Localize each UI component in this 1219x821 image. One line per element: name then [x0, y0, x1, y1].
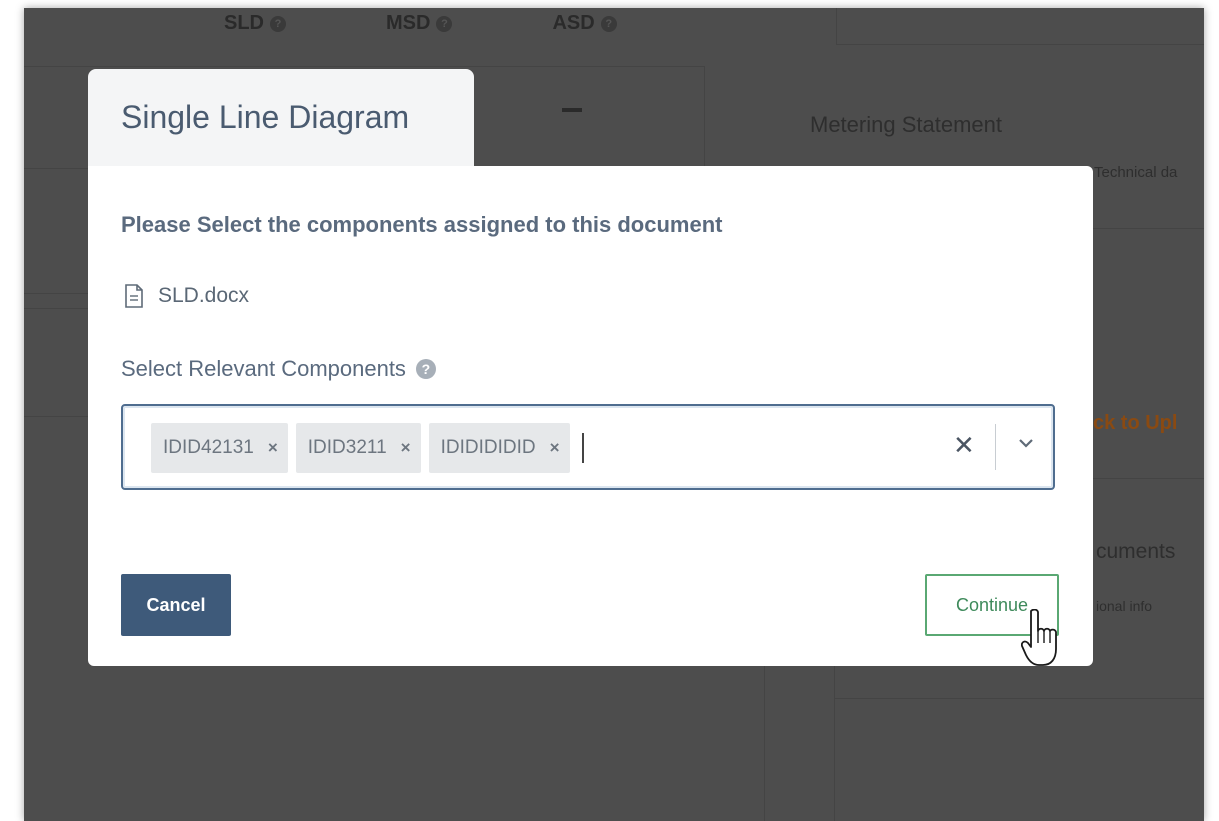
components-field-label: Select Relevant Components ? [121, 356, 436, 382]
clear-all-icon[interactable]: ✕ [953, 430, 975, 461]
cancel-button[interactable]: Cancel [121, 574, 231, 636]
tab-label: ASD [552, 12, 595, 34]
chip-label: IDIDIDIDID [440, 437, 536, 458]
help-icon[interactable]: ? [415, 359, 436, 379]
background-divider [24, 66, 704, 67]
background-divider [1092, 478, 1204, 479]
background-divider [836, 44, 1204, 45]
text-caret [581, 433, 584, 463]
background-divider [764, 658, 765, 821]
hand-pointer-icon [1021, 609, 1057, 666]
attached-file: SLD.docx [124, 284, 249, 308]
component-select-dialog: Please Select the components assigned to… [88, 166, 1093, 666]
background-dash [562, 108, 582, 112]
chip-remove-icon[interactable]: × [550, 438, 560, 458]
background-divider [834, 658, 835, 821]
modal-title: Single Line Diagram [121, 99, 410, 135]
modal-title-tab: Single Line Diagram [88, 69, 474, 179]
background-divider [24, 293, 94, 294]
component-chip: IDIDIDIDID × [428, 423, 570, 473]
tab-asd: ASD ? [552, 12, 617, 35]
app-window: SLD ? MSD ? ASD ? Metering Statement Tec… [24, 8, 1204, 821]
document-icon [125, 284, 143, 308]
select-divider [995, 424, 996, 470]
documents-subtitle: ional info [1096, 598, 1153, 614]
field-label: Select Relevant Components [121, 356, 406, 381]
upload-link: ck to Upl [1093, 412, 1178, 434]
background-divider [836, 8, 837, 44]
component-chip: IDID3211 × [295, 423, 421, 473]
background-divider [24, 416, 94, 417]
dialog-instruction: Please Select the components assigned to… [121, 212, 723, 237]
background-tabs: SLD ? MSD ? ASD ? [224, 12, 617, 35]
documents-heading: cuments [1096, 540, 1176, 563]
chip-remove-icon[interactable]: × [401, 438, 411, 458]
background-divider [834, 698, 1204, 699]
tab-sld: SLD ? [224, 12, 286, 35]
tab-msd: MSD ? [386, 12, 453, 35]
tab-label: MSD [386, 12, 431, 34]
help-icon: ? [436, 15, 453, 32]
background-divider [24, 308, 94, 309]
help-icon: ? [600, 15, 617, 32]
tab-label: SLD [224, 12, 264, 34]
metering-statement-subtitle: Technical da [1094, 164, 1178, 181]
file-name: SLD.docx [158, 284, 250, 307]
chip-label: IDID3211 [307, 437, 387, 458]
help-icon: ? [270, 15, 286, 32]
selected-chips: IDID42131 × IDID3211 × IDIDIDIDID × [151, 423, 584, 473]
chevron-down-icon[interactable] [1017, 434, 1035, 452]
chip-remove-icon[interactable]: × [268, 438, 278, 458]
chip-label: IDID42131 [163, 437, 254, 458]
component-chip: IDID42131 × [151, 423, 288, 473]
background-divider [704, 66, 705, 176]
metering-statement-title: Metering Statement [810, 112, 1002, 137]
components-multiselect[interactable]: IDID42131 × IDID3211 × IDIDIDIDID × ✕ [121, 404, 1055, 490]
